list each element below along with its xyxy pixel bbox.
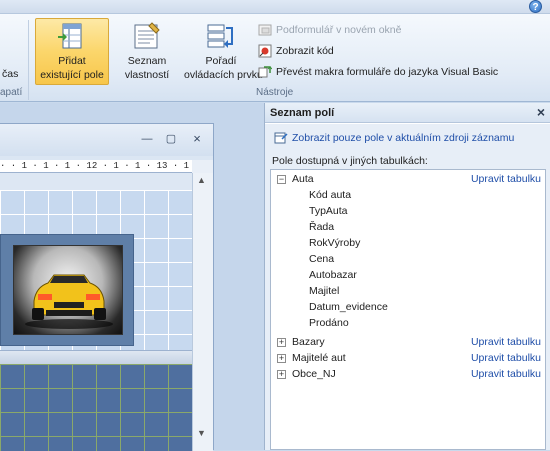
- property-sheet-label-1: Seznam: [127, 55, 167, 67]
- expand-icon[interactable]: +: [277, 354, 286, 363]
- sports-car-image: [25, 274, 113, 329]
- property-sheet-button[interactable]: Seznam vlastností: [110, 18, 184, 85]
- table-node-majitele-aut[interactable]: + Majitelé aut Upravit tabulku: [271, 351, 545, 367]
- field-item[interactable]: RokVýroby: [271, 236, 545, 252]
- add-existing-fields-button[interactable]: Přidat existující pole: [35, 18, 109, 85]
- field-item[interactable]: Řada: [271, 220, 545, 236]
- view-code-button[interactable]: Zobrazit kód: [258, 44, 334, 60]
- edit-table-link[interactable]: Upravit tabulku: [471, 336, 541, 348]
- ribbon: čas apatí Přidat existující pole Seznam …: [0, 14, 550, 102]
- field-item[interactable]: Datum_evidence: [271, 300, 545, 316]
- table-name: Obce_NJ: [292, 368, 336, 380]
- car-photo: [13, 245, 123, 335]
- help-icon[interactable]: ?: [529, 0, 542, 13]
- table-node-bazary[interactable]: + Bazary Upravit tabulku: [271, 335, 545, 351]
- ribbon-separator: [28, 20, 29, 100]
- field-name: Autobazar: [309, 269, 357, 281]
- view-code-icon: [258, 44, 272, 58]
- footer-section-grid[interactable]: [0, 364, 192, 451]
- edit-table-link[interactable]: Upravit tabulku: [471, 352, 541, 364]
- scroll-up-arrow-icon[interactable]: ▲: [197, 175, 206, 185]
- table-node-auta[interactable]: − Auta Upravit tabulku: [271, 172, 545, 188]
- field-name: Řada: [309, 221, 335, 233]
- table-name: Auta: [292, 173, 314, 185]
- field-name: RokVýroby: [309, 237, 361, 249]
- table-name: Majitelé aut: [292, 352, 346, 364]
- expand-icon[interactable]: +: [277, 370, 286, 379]
- field-name: Prodáno: [309, 317, 349, 329]
- ruler-corner: [192, 160, 213, 173]
- field-list-pane: Seznam polí × Zobrazit pouze pole v aktu…: [264, 103, 550, 450]
- form-window-titlebar: — ▢ ×: [0, 124, 213, 156]
- add-fields-label-1: Přidat: [58, 55, 86, 67]
- scroll-down-arrow-icon[interactable]: ▼: [197, 428, 206, 438]
- edit-table-link[interactable]: Upravit tabulku: [471, 173, 541, 185]
- collapse-icon[interactable]: −: [277, 175, 286, 184]
- table-node-obce-nj[interactable]: + Obce_NJ Upravit tabulku: [271, 367, 545, 383]
- field-list-close-button[interactable]: ×: [537, 104, 545, 120]
- form-header-section[interactable]: [0, 173, 192, 190]
- field-list-body: Zobrazit pouze pole v aktuálním zdroji z…: [265, 124, 550, 450]
- subform-icon: [258, 24, 272, 36]
- horizontal-ruler[interactable]: · · 1 · 1 · 1 · 12 · 1 · 1 · 13 · 1 · 1 …: [0, 160, 192, 173]
- form-footer-bar[interactable]: [0, 350, 192, 364]
- ribbon-cut-group-label: apatí: [0, 87, 23, 98]
- fields-icon: [274, 132, 288, 144]
- close-window-button[interactable]: ×: [190, 132, 204, 146]
- field-name: Kód auta: [309, 189, 352, 201]
- expand-icon[interactable]: +: [277, 338, 286, 347]
- convert-macros-label: Převést makra formuláře do jazyka Visual…: [276, 65, 499, 78]
- tab-order-label-2: ovládacích prvků: [184, 69, 263, 81]
- tab-order-label-1: Pořadí: [205, 55, 237, 67]
- field-tree: − Auta Upravit tabulku Kód auta TypAuta …: [270, 169, 546, 450]
- image-control[interactable]: [0, 234, 134, 346]
- field-item[interactable]: Prodáno: [271, 316, 545, 332]
- field-name: Cena: [309, 253, 335, 265]
- available-fields-label: Pole dostupná v jiných tabulkách:: [272, 155, 428, 167]
- field-item[interactable]: Cena: [271, 252, 545, 268]
- property-sheet-icon: [134, 22, 160, 49]
- field-name: Majitel: [309, 285, 340, 297]
- minimize-button[interactable]: —: [140, 133, 154, 146]
- convert-macros-button[interactable]: Převést makra formuláře do jazyka Visual…: [258, 65, 498, 81]
- tab-order-button[interactable]: Pořadí ovládacích prvků: [183, 18, 263, 85]
- form-design-window: — ▢ × · · 1 · 1 · 1 · 12 · 1 · 1 · 13 · …: [0, 123, 214, 451]
- restore-button[interactable]: ▢: [164, 133, 178, 146]
- vertical-scrollbar[interactable]: ▲ ▼: [192, 173, 213, 451]
- tab-order-icon: [207, 24, 233, 48]
- show-only-current-label: Zobrazit pouze pole v aktuálním zdroji z…: [292, 132, 515, 144]
- add-fields-label-2: existující pole: [40, 69, 104, 81]
- field-name: TypAuta: [309, 205, 348, 217]
- property-sheet-label-2: vlastností: [124, 69, 170, 81]
- document-area: — ▢ × · · 1 · 1 · 1 · 12 · 1 · 1 · 13 · …: [0, 103, 264, 451]
- table-name: Bazary: [292, 336, 325, 348]
- tools-group-label: Nástroje: [256, 87, 294, 98]
- field-item[interactable]: TypAuta: [271, 204, 545, 220]
- add-fields-icon: [58, 23, 82, 49]
- subform-new-window-button[interactable]: Podformulář v novém okně: [258, 23, 401, 39]
- edit-table-link[interactable]: Upravit tabulku: [471, 368, 541, 380]
- show-only-current-link[interactable]: Zobrazit pouze pole v aktuálním zdroji z…: [274, 132, 514, 144]
- convert-macros-icon: [258, 66, 272, 78]
- ribbon-cut-label[interactable]: čas: [2, 68, 18, 80]
- field-list-header: Seznam polí ×: [265, 103, 550, 123]
- field-list-title: Seznam polí: [270, 107, 335, 119]
- field-name: Datum_evidence: [309, 301, 388, 313]
- title-strip: ?: [0, 0, 550, 14]
- field-item[interactable]: Autobazar: [271, 268, 545, 284]
- view-code-label: Zobrazit kód: [276, 44, 334, 57]
- field-item[interactable]: Kód auta: [271, 188, 545, 204]
- field-item[interactable]: Majitel: [271, 284, 545, 300]
- subform-new-window-label: Podformulář v novém okně: [276, 23, 402, 36]
